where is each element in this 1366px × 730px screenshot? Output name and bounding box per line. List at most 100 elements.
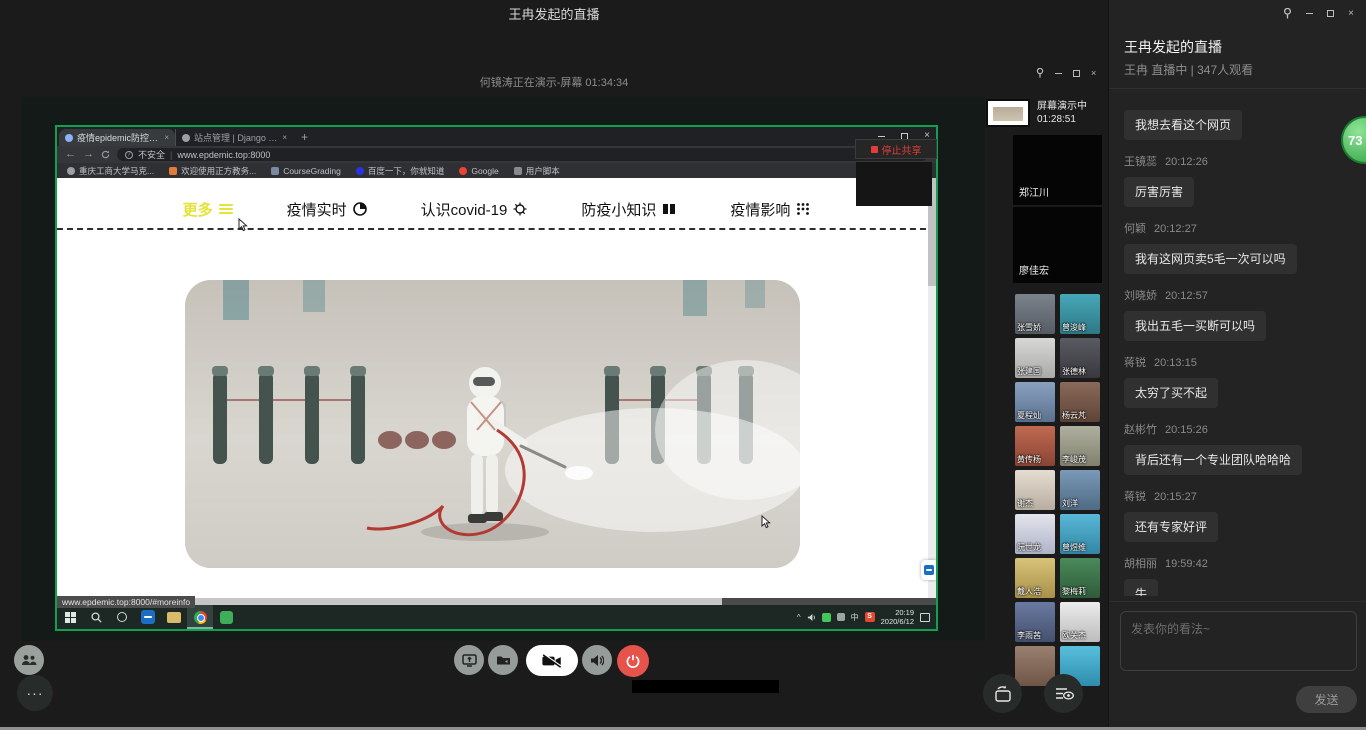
participant-thumbnail[interactable]: 欧关杰 [1060,602,1100,642]
message-sender: 王镜蕊 [1124,156,1157,168]
bookmark-item[interactable]: 重庆工商大学马克... [67,165,154,177]
speaker-button[interactable] [582,645,612,675]
screen-share-status: 屏幕演示中 01:28:51 [986,99,1087,127]
bookmark-item[interactable]: Google [459,166,498,176]
info-icon[interactable]: i [125,151,133,159]
participant-thumbnail[interactable]: 曾浚峰 [1060,294,1100,334]
url-input[interactable]: i 不安全 | www.epdemic.top:8000 [117,148,928,161]
forward-icon[interactable]: → [83,146,94,163]
pin-icon[interactable] [1036,68,1044,78]
message-bubble: 太穷了买不起 [1124,378,1218,408]
participant-thumbnail[interactable]: 杨云芃 [1060,382,1100,422]
chat-title: 王冉发起的直播 [1124,37,1222,57]
chat-input[interactable] [1131,620,1346,662]
close-icon[interactable]: × [1091,68,1096,78]
wechat-tray-icon[interactable] [822,613,831,622]
bookmark-item[interactable]: 百度一下，你就知道 [356,165,445,177]
ime-indicator[interactable]: 中 [851,612,859,623]
taskbar-teamviewer-button[interactable] [135,605,161,629]
windows-start-icon [65,612,76,623]
sogou-tray-icon[interactable]: S [865,612,875,622]
volume-icon[interactable] [807,613,816,622]
nav-item-realtime[interactable]: 疫情实时 [287,199,367,220]
hero-carousel-image[interactable] [185,280,800,568]
file-share-button[interactable] [488,645,518,675]
nav-item-covid[interactable]: 认识covid-19 [421,199,528,220]
pie-globe-icon [353,202,367,216]
google-icon [459,167,467,175]
participant-thumbnail[interactable]: 刘洋 [1060,470,1100,510]
dots-grid-icon [796,202,810,216]
participant-thumbnail[interactable]: 黄传杨 [1015,426,1055,466]
message-sender: 何颖 [1124,223,1146,235]
participant-thumbnail[interactable]: 黎梅莉 [1060,558,1100,598]
bookmark-item[interactable]: 欢迎使用正方教务... [169,165,256,177]
pin-icon[interactable] [1283,8,1292,19]
bookmark-item[interactable]: CourseGrading [271,166,341,176]
participant-thumbnail[interactable]: 曾煜维 [1060,514,1100,554]
nav-item-tips[interactable]: 防疫小知识 [581,199,676,220]
taskbar-clock[interactable]: 20:19 2020/6/12 [881,608,914,626]
more-button[interactable]: ··· [17,675,53,711]
participant-thumbnail[interactable]: 张德林 [1060,338,1100,378]
participant-thumbnail[interactable]: 李雨茜 [1015,602,1055,642]
back-icon[interactable]: ← [65,146,76,163]
camera-off-button[interactable] [526,645,578,676]
browser-tab-epidemic[interactable]: 疫情epidemic防控信息网 × [59,129,175,146]
participant-thumbnail[interactable]: 戴人浩 [1015,558,1055,598]
chevron-up-icon[interactable]: ^ [797,613,801,622]
participant-thumbnail[interactable]: 张建国 [1015,338,1055,378]
screen-share-button[interactable] [454,645,484,675]
tab-close-icon[interactable]: × [282,133,287,142]
chat-panel: × 王冉发起的直播 王冉 直播中 | 347人观看 我想去看这个网页 王镜蕊20… [1108,0,1366,730]
like-count: 73 [1348,133,1362,148]
tray-app-icon[interactable] [837,613,845,621]
minimize-icon[interactable] [878,136,885,137]
minimize-icon[interactable] [1055,73,1062,74]
send-button[interactable]: 发送 [1296,686,1357,713]
taskbar-app-button[interactable] [109,605,135,629]
participant-thumbnail[interactable]: 阮世龙 [1015,514,1055,554]
participant-thumbnail[interactable]: 李峻茂 [1060,426,1100,466]
message-bubble: 厉害厉害 [1124,177,1194,207]
folder-icon [167,612,181,623]
participant-video-tile[interactable]: 廖佳宏 [1013,207,1102,283]
page-scrollbar[interactable] [928,178,936,598]
action-center-icon[interactable] [920,613,930,622]
share-thumbnail[interactable] [986,99,1030,127]
members-button[interactable] [14,645,44,675]
start-button[interactable] [57,605,83,629]
taskbar-chrome-button[interactable] [187,605,213,629]
chat-overlay-toggle-button[interactable] [1044,674,1083,713]
rotate-view-button[interactable] [983,674,1022,713]
chat-input-box[interactable] [1120,611,1357,671]
share-preview-widget[interactable] [856,162,932,206]
taskbar-media-button[interactable] [161,605,187,629]
link-status-tooltip: www.epdemic.top:8000/#moreinfo [57,596,195,608]
bookmark-item[interactable]: 用户脚本 [514,165,560,177]
restore-icon[interactable] [1327,10,1334,17]
taskbar-recorder-button[interactable] [213,605,239,629]
participant-video-tile[interactable]: 郑江川 [1013,135,1102,205]
tab-close-icon[interactable]: × [164,133,169,142]
restore-icon[interactable] [1073,70,1080,77]
participant-thumbnail[interactable]: 谢杰 [1015,470,1055,510]
browser-tab-django-admin[interactable]: 站点管理 | Django 站点管理员 × [175,129,293,146]
close-icon[interactable]: × [1348,8,1354,19]
nav-item-impact[interactable]: 疫情影响 [730,199,810,220]
webpage: 更多 疫情实时 认识covid-19 防疫小知识 疫情影响 [57,178,936,598]
security-chip[interactable]: 不安全 [138,148,165,161]
teamviewer-side-tab[interactable] [921,560,936,580]
baidu-icon [356,167,364,175]
participant-thumbnail[interactable]: 夏程灿 [1015,382,1055,422]
stop-share-button[interactable]: 停止共享 [855,139,937,159]
participant-thumbnail[interactable]: 张雪娇 [1015,294,1055,334]
new-tab-button[interactable]: + [301,129,308,146]
taskbar-search-button[interactable] [83,605,109,629]
reload-icon[interactable] [101,150,110,159]
nav-item-more[interactable]: 更多 [183,199,233,220]
minimize-icon[interactable] [1306,13,1313,14]
message-bubble: 还有专家好评 [1124,512,1218,542]
message-time: 20:12:27 [1154,223,1197,235]
leave-button[interactable] [617,645,649,677]
